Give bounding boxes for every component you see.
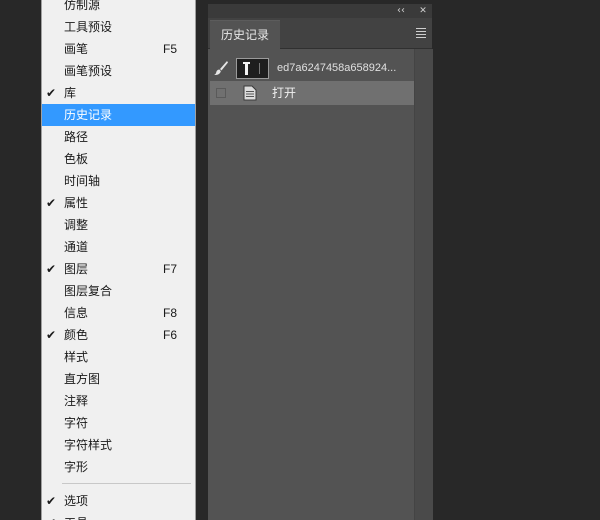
checkmark-icon: ✔	[45, 494, 57, 508]
menu-item-6[interactable]: 路径	[42, 126, 195, 148]
collapse-panels-icon[interactable]: ‹‹	[394, 4, 408, 18]
menu-item-1[interactable]: 工具预设	[42, 16, 195, 38]
menu-item-label: 时间轴	[64, 174, 101, 188]
menu-item-19[interactable]: 字符	[42, 412, 195, 434]
menu-item-23[interactable]: ✔ 工具	[42, 512, 195, 520]
menu-item-11[interactable]: 通道	[42, 236, 195, 258]
history-brush-source-checkbox[interactable]	[216, 88, 226, 98]
menu-item-label: 仿制源	[64, 0, 101, 12]
menu-item-16[interactable]: 样式	[42, 346, 195, 368]
menu-item-label: 属性	[64, 196, 89, 210]
menu-item-15[interactable]: ✔ 颜色 F6	[42, 324, 195, 346]
menu-item-label: 字符样式	[64, 438, 113, 452]
menu-item-shortcut: F6	[163, 328, 178, 342]
menu-item-label: 样式	[64, 350, 89, 364]
menu-item-17[interactable]: 直方图	[42, 368, 195, 390]
menu-item-label: 信息	[64, 306, 89, 320]
menu-item-8[interactable]: 时间轴	[42, 170, 195, 192]
menu-item-label: 历史记录	[64, 108, 113, 122]
menu-item-label: 工具	[64, 512, 88, 520]
menu-item-label: 库	[64, 86, 77, 100]
panel-scrollbar[interactable]	[414, 49, 433, 520]
history-state-label: 打开	[272, 86, 297, 100]
menu-item-label: 图层	[64, 262, 89, 276]
menu-item-13[interactable]: 图层复合	[42, 280, 195, 302]
hamburger-menu-icon[interactable]	[416, 28, 426, 38]
snapshot-label: ed7a6247458a658924...	[277, 62, 397, 74]
menu-item-20[interactable]: 字符样式	[42, 434, 195, 456]
menu-item-22[interactable]: ✔ 选项	[42, 490, 195, 512]
menu-item-label: 字形	[64, 460, 89, 474]
document-icon	[243, 85, 257, 101]
menu-item-label: 工具预设	[64, 20, 113, 34]
menu-item-12[interactable]: ✔ 图层 F7	[42, 258, 195, 280]
menu-item-label: 路径	[64, 130, 89, 144]
brush-icon[interactable]	[213, 60, 229, 76]
menu-item-2[interactable]: 画笔 F5	[42, 38, 195, 60]
menu-item-label: 直方图	[64, 372, 101, 386]
menu-item-5[interactable]: 历史记录	[42, 104, 195, 126]
menu-item-18[interactable]: 注释	[42, 390, 195, 412]
history-state-row[interactable]: 打开	[210, 81, 414, 105]
menu-item-shortcut: F5	[163, 42, 178, 56]
menu-item-label: 字符	[64, 416, 89, 430]
menu-item-4[interactable]: ✔ 库	[42, 82, 195, 104]
menu-item-label: 画笔预设	[64, 64, 113, 78]
window-menu-list-secondary: ✔ 选项 ✔ 工具	[42, 490, 195, 520]
thumbnail-preview	[243, 62, 260, 75]
history-list: ed7a6247458a658924... 打开	[208, 49, 414, 520]
menu-item-7[interactable]: 色板	[42, 148, 195, 170]
menu-item-label: 调整	[64, 218, 89, 232]
panel-tab-bar: 历史记录	[208, 18, 432, 49]
photoshop-workspace: 仿制源 工具预设 画笔 F5 画笔预设 ✔ 库历史记录 路径 色板 时间轴 ✔ 属性 调整 通道 ✔ 图层 F7…	[0, 0, 600, 520]
menu-separator	[42, 478, 195, 490]
menu-item-9[interactable]: ✔ 属性	[42, 192, 195, 214]
history-panel: ‹‹ ✕ 历史记录 ed7a6247458a658924... 打开	[208, 4, 433, 520]
menu-item-21[interactable]: 字形	[42, 456, 195, 478]
window-menu-dropdown: 仿制源 工具预设 画笔 F5 画笔预设 ✔ 库历史记录 路径 色板 时间轴 ✔ 属性 调整 通道 ✔ 图层 F7…	[41, 0, 196, 520]
close-panel-icon[interactable]: ✕	[416, 4, 430, 18]
menu-item-label: 画笔	[64, 42, 89, 56]
menu-item-label: 注释	[64, 394, 89, 408]
snapshot-row[interactable]: ed7a6247458a658924...	[208, 53, 414, 81]
menu-item-label: 颜色	[64, 328, 89, 342]
menu-item-shortcut: F8	[163, 306, 178, 320]
menu-item-0[interactable]: 仿制源	[42, 0, 195, 16]
menu-item-3[interactable]: 画笔预设	[42, 60, 195, 82]
menu-item-label: 选项	[64, 494, 89, 508]
menu-item-shortcut: F7	[163, 262, 178, 276]
menu-item-10[interactable]: 调整	[42, 214, 195, 236]
checkmark-icon: ✔	[45, 196, 57, 210]
menu-item-label: 图层复合	[64, 284, 113, 298]
menu-item-label: 通道	[64, 240, 89, 254]
panel-titlebar[interactable]: ‹‹ ✕	[208, 4, 432, 18]
checkmark-icon: ✔	[44, 512, 58, 520]
menu-item-14[interactable]: 信息 F8	[42, 302, 195, 324]
checkmark-icon: ✔	[45, 328, 57, 342]
snapshot-thumbnail	[236, 58, 269, 79]
menu-item-label: 色板	[64, 152, 89, 166]
window-menu-list: 仿制源 工具预设 画笔 F5 画笔预设 ✔ 库历史记录 路径 色板 时间轴 ✔ 属性 调整 通道 ✔ 图层 F7…	[42, 0, 195, 478]
tab-history[interactable]: 历史记录	[210, 20, 280, 49]
checkmark-icon: ✔	[45, 86, 57, 100]
checkmark-icon: ✔	[45, 262, 57, 276]
